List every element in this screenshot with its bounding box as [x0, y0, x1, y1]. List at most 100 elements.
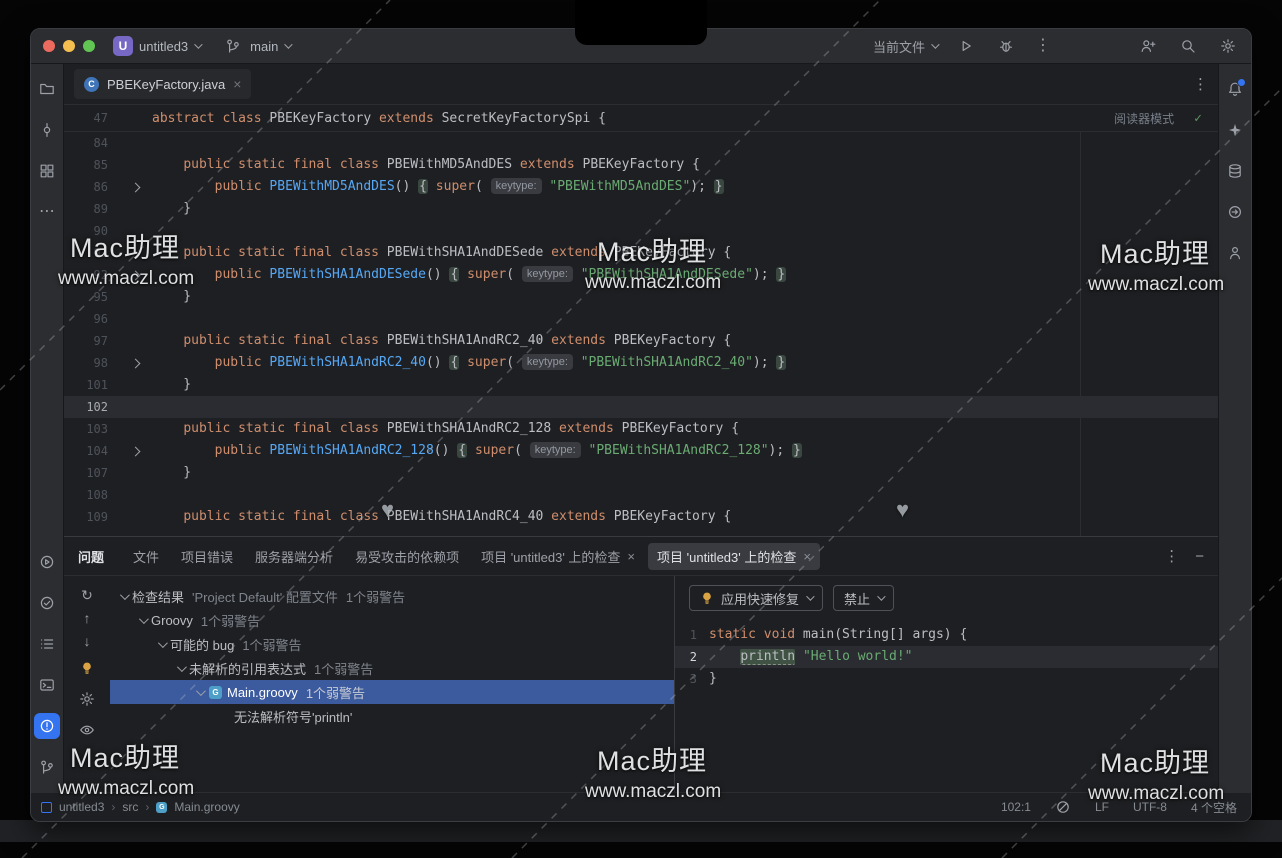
project-tool-icon[interactable]: [34, 76, 60, 102]
preview-code-area[interactable]: 1static void main(String[] args) {2 prin…: [675, 620, 1218, 799]
caret-position-widget[interactable]: 102:1: [1001, 800, 1031, 814]
chevron-down-icon[interactable]: [158, 638, 168, 648]
todo-tool-icon[interactable]: [34, 631, 60, 657]
problems-tab-4[interactable]: 项目 'untitled3' 上的检查×: [472, 543, 644, 570]
editor-code-area[interactable]: 8485 public static final class PBEWithMD…: [64, 132, 1218, 536]
database-icon[interactable]: [1222, 158, 1248, 184]
line-separator-widget[interactable]: LF: [1095, 800, 1109, 814]
fold-toggle-icon[interactable]: [108, 264, 152, 286]
sticky-header-line[interactable]: 47 abstract class PBEKeyFactory extends …: [64, 105, 1218, 132]
highlighting-level-icon[interactable]: [1055, 799, 1071, 815]
more-actions-icon[interactable]: ⋮: [1035, 38, 1051, 54]
code-line-90[interactable]: 90: [64, 220, 1218, 242]
project-widget[interactable]: U untitled3: [113, 36, 200, 56]
problems-tab-5[interactable]: 项目 'untitled3' 上的检查×: [648, 543, 820, 570]
inspection-ok-icon[interactable]: ✓: [1194, 111, 1202, 126]
reader-mode-label[interactable]: 阅读器模式: [1114, 110, 1174, 127]
chevron-down-icon: [194, 40, 202, 48]
indent-widget[interactable]: 4 个空格: [1191, 799, 1237, 816]
problems-panel-title[interactable]: 问题: [78, 547, 104, 566]
problems-tab-0[interactable]: 文件: [124, 543, 168, 570]
code-line-84[interactable]: 84: [64, 132, 1218, 154]
code-line-109[interactable]: 109 public static final class PBEWithSHA…: [64, 506, 1218, 528]
code-line-89[interactable]: 89 }: [64, 198, 1218, 220]
suppress-button[interactable]: 禁止: [833, 585, 894, 611]
code-line-101[interactable]: 101 }: [64, 374, 1218, 396]
chevron-down-icon[interactable]: [196, 686, 206, 696]
fold-toggle-icon[interactable]: [108, 352, 152, 374]
debug-icon[interactable]: [995, 35, 1017, 57]
inspection-tree-row[interactable]: 未解析的引用表达式1个弱警告: [110, 656, 674, 680]
code-line-92[interactable]: 92 public PBEWithSHA1AndDESede() { super…: [64, 264, 1218, 286]
apply-quickfix-button[interactable]: 应用快速修复: [689, 585, 823, 611]
terminal-tool-icon[interactable]: [34, 672, 60, 698]
code-line-103[interactable]: 103 public static final class PBEWithSHA…: [64, 418, 1218, 440]
version-control-tool-icon[interactable]: [34, 754, 60, 780]
previous-problem-icon[interactable]: ↑: [84, 611, 91, 625]
code-line-107[interactable]: 107 }: [64, 462, 1218, 484]
preview-code-line-3[interactable]: 3}: [675, 668, 1218, 690]
close-window-button[interactable]: [43, 40, 55, 52]
run-configuration-selector[interactable]: 当前文件: [873, 37, 937, 56]
problems-tab-2[interactable]: 服务器端分析: [246, 543, 342, 570]
inspection-tree-row[interactable]: 无法解析符号'println': [110, 704, 674, 728]
breadcrumb-src[interactable]: src: [122, 800, 138, 814]
hide-panel-icon[interactable]: −: [1195, 548, 1204, 565]
code-line-96[interactable]: 96: [64, 308, 1218, 330]
vcs-branch-widget[interactable]: main: [222, 35, 290, 57]
notifications-bell-icon[interactable]: [1222, 76, 1248, 102]
run-icon[interactable]: [955, 35, 977, 57]
services-tool-icon[interactable]: [34, 590, 60, 616]
endpoints-icon[interactable]: [1222, 199, 1248, 225]
minimize-window-button[interactable]: [63, 40, 75, 52]
code-line-86[interactable]: 86 public PBEWithMD5AndDES() { super( ke…: [64, 176, 1218, 198]
ai-assistant-icon[interactable]: [1222, 117, 1248, 143]
inspection-tree-row[interactable]: Groovy1个弱警告: [110, 608, 674, 632]
inspection-tree-row[interactable]: 检查结果'Project Default' 配置文件1个弱警告: [110, 584, 674, 608]
code-line-95[interactable]: 95 }: [64, 286, 1218, 308]
inspection-tree-row[interactable]: GMain.groovy1个弱警告: [110, 680, 674, 704]
editor-tab-active[interactable]: C PBEKeyFactory.java ×: [74, 69, 251, 99]
search-everywhere-icon[interactable]: [1177, 35, 1199, 57]
run-tool-icon[interactable]: [34, 549, 60, 575]
inspection-settings-icon[interactable]: [76, 688, 98, 710]
inspection-tree-row[interactable]: 可能的 bug1个弱警告: [110, 632, 674, 656]
code-line-85[interactable]: 85 public static final class PBEWithMD5A…: [64, 154, 1218, 176]
code-with-me-icon[interactable]: [1137, 35, 1159, 57]
problems-tab-1[interactable]: 项目错误: [172, 543, 242, 570]
close-tab-icon[interactable]: ×: [233, 77, 241, 91]
quickfix-bulb-icon[interactable]: [76, 657, 98, 679]
next-problem-icon[interactable]: ↓: [84, 634, 91, 648]
problems-tab-3[interactable]: 易受攻击的依赖项: [346, 543, 468, 570]
chevron-down-icon[interactable]: [120, 590, 130, 600]
line-number: 98: [64, 352, 108, 374]
code-line-91[interactable]: 91 public static final class PBEWithSHA1…: [64, 242, 1218, 264]
code-line-104[interactable]: 104 public PBEWithSHA1AndRC2_128() { sup…: [64, 440, 1218, 462]
preview-code-line-2[interactable]: 2 println "Hello world!": [675, 646, 1218, 668]
code-line-102[interactable]: 102: [64, 396, 1218, 418]
code-line-108[interactable]: 108: [64, 484, 1218, 506]
code-line-97[interactable]: 97 public static final class PBEWithSHA1…: [64, 330, 1218, 352]
panel-options-icon[interactable]: ⋮: [1164, 547, 1179, 565]
problems-tool-icon[interactable]: [34, 713, 60, 739]
rerun-inspection-icon[interactable]: ↻: [81, 588, 93, 602]
commit-tool-icon[interactable]: [34, 117, 60, 143]
chevron-down-icon[interactable]: [139, 614, 149, 624]
breadcrumb-project[interactable]: untitled3: [59, 800, 104, 814]
zoom-window-button[interactable]: [83, 40, 95, 52]
chevron-down-icon[interactable]: [177, 662, 187, 672]
structure-tool-icon[interactable]: [34, 158, 60, 184]
preview-code-line-1[interactable]: 1static void main(String[] args) {: [675, 624, 1218, 646]
close-tab-icon[interactable]: ×: [627, 550, 635, 563]
more-tool-windows-icon[interactable]: ⋯: [34, 199, 60, 225]
breadcrumb-file[interactable]: Main.groovy: [174, 800, 239, 814]
preview-toggle-icon[interactable]: [76, 719, 98, 741]
fold-toggle-icon[interactable]: [108, 440, 152, 462]
encoding-widget[interactable]: UTF-8: [1133, 800, 1167, 814]
fold-toggle-icon[interactable]: [108, 176, 152, 198]
profiler-icon[interactable]: [1222, 240, 1248, 266]
close-tab-icon[interactable]: ×: [803, 550, 811, 563]
code-line-98[interactable]: 98 public PBEWithSHA1AndRC2_40() { super…: [64, 352, 1218, 374]
editor-tab-options-icon[interactable]: ⋮: [1193, 75, 1208, 93]
settings-gear-icon[interactable]: [1217, 35, 1239, 57]
